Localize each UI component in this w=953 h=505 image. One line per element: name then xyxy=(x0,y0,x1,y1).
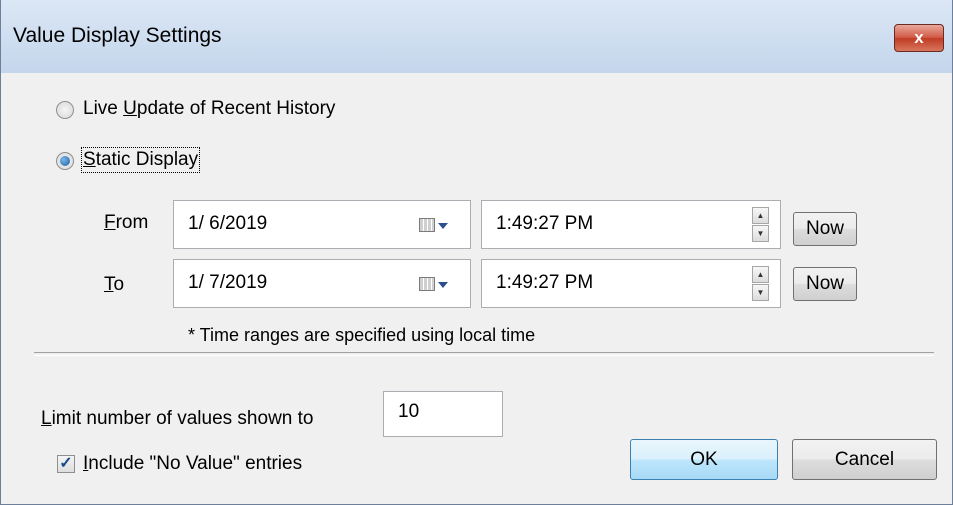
from-time-value: 1:49:27 PM xyxy=(496,213,594,234)
include-no-value-label[interactable]: Include "No Value" entries xyxy=(83,453,302,475)
spin-down-icon[interactable]: ▼ xyxy=(752,225,769,242)
spin-down-icon[interactable]: ▼ xyxy=(752,284,769,301)
limit-label: Limit number of values shown to xyxy=(41,408,313,430)
calendar-icon[interactable] xyxy=(419,277,435,291)
value-display-settings-dialog: Value Display Settings x Live Update of … xyxy=(0,0,953,505)
to-time-field[interactable]: 1:49:27 PM ▲ ▼ xyxy=(481,259,781,308)
chevron-down-icon[interactable] xyxy=(438,223,448,229)
to-date-value: 1/ 7/2019 xyxy=(188,272,268,293)
static-display-label-accesskey: S xyxy=(83,149,96,170)
limit-label-suffix: imit number of values shown to xyxy=(51,408,314,429)
to-time-value: 1:49:27 PM xyxy=(496,272,594,293)
static-display-radio[interactable] xyxy=(56,152,74,170)
live-update-radio[interactable] xyxy=(56,101,74,119)
from-date-value: 1/ 6/2019 xyxy=(188,213,268,234)
to-time-spinner[interactable]: ▲ ▼ xyxy=(752,266,769,302)
live-update-label[interactable]: Live Update of Recent History xyxy=(83,98,335,120)
calendar-icon[interactable] xyxy=(419,218,435,232)
limit-input[interactable]: 10 xyxy=(383,391,503,437)
close-icon: x xyxy=(914,28,924,47)
to-date-picker[interactable]: 1/ 7/2019 xyxy=(173,259,471,308)
cancel-button[interactable]: Cancel xyxy=(792,439,937,480)
dialog-title: Value Display Settings xyxy=(13,24,222,47)
spin-up-icon[interactable]: ▲ xyxy=(752,207,769,224)
ok-button[interactable]: OK xyxy=(630,439,778,480)
live-update-label-prefix: Live xyxy=(83,98,124,119)
dialog-body: Live Update of Recent History Static Dis… xyxy=(1,73,952,505)
include-label-suffix: nclude "No Value" entries xyxy=(88,453,303,474)
separator xyxy=(34,352,934,356)
chevron-down-icon[interactable] xyxy=(438,282,448,288)
from-time-spinner[interactable]: ▲ ▼ xyxy=(752,207,769,243)
live-update-label-suffix: pdate of Recent History xyxy=(136,98,336,119)
to-label-accesskey: T xyxy=(104,274,114,295)
from-time-field[interactable]: 1:49:27 PM ▲ ▼ xyxy=(481,200,781,249)
static-display-label-suffix: tatic Display xyxy=(95,149,199,170)
from-label: From xyxy=(104,212,148,234)
time-range-note: * Time ranges are specified using local … xyxy=(188,325,536,345)
live-update-label-accesskey: U xyxy=(123,98,137,119)
to-label-suffix: o xyxy=(113,274,125,295)
from-label-suffix: rom xyxy=(115,212,149,233)
from-now-button[interactable]: Now xyxy=(793,212,857,246)
title-bar[interactable]: Value Display Settings x xyxy=(1,0,952,73)
spin-up-icon[interactable]: ▲ xyxy=(752,266,769,283)
to-now-button[interactable]: Now xyxy=(793,267,857,301)
to-label: To xyxy=(104,274,124,296)
limit-label-accesskey: L xyxy=(41,408,52,429)
close-button[interactable]: x xyxy=(894,24,944,52)
from-label-accesskey: F xyxy=(104,212,116,233)
include-no-value-checkbox[interactable]: ✓ xyxy=(57,455,75,473)
from-date-picker[interactable]: 1/ 6/2019 xyxy=(173,200,471,249)
static-display-label[interactable]: Static Display xyxy=(80,147,201,173)
limit-value: 10 xyxy=(398,401,420,422)
